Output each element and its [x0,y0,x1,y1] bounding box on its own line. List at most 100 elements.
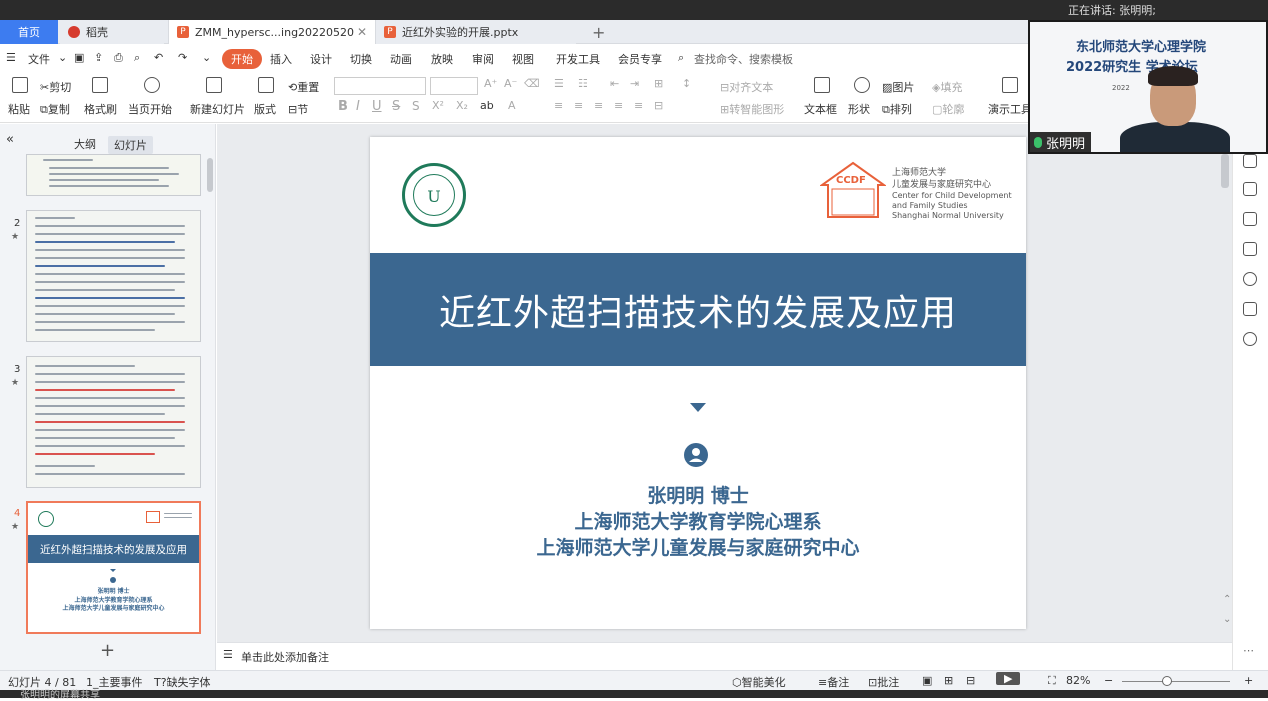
help-icon[interactable] [1243,272,1257,286]
notes-placeholder[interactable]: 单击此处添加备注 [241,649,329,665]
chevron-down-icon[interactable]: ⌄ [202,51,211,64]
settings-sliders-icon[interactable] [1243,182,1257,196]
tab-document-nirs[interactable]: P 近红外实验的开展.pptx [376,20,576,44]
notes-toggle-button[interactable]: ≡备注 [818,674,849,690]
slide-thumbnail-3[interactable] [26,356,201,488]
indent-increase-icon[interactable]: ⇥ [630,77,639,90]
animation-icon[interactable] [1243,242,1257,256]
bold-icon[interactable]: B [338,99,348,114]
menu-design[interactable]: 设计 [310,51,332,67]
image-icon[interactable] [1243,302,1257,316]
justify-icon[interactable]: ≡ [614,99,623,112]
hamburger-icon[interactable]: ☰ [6,51,16,64]
presenter-video[interactable]: 东北师范大学心理学院 2022研究生 学术论坛 2022 张明明 [1028,20,1268,154]
font-color-icon[interactable]: A [508,99,516,112]
add-slide-button[interactable]: + [100,640,115,661]
superscript-icon[interactable]: X² [432,99,444,112]
collapse-panel-icon[interactable]: « [6,132,14,147]
command-search[interactable]: 查找命令、搜索模板 [694,51,793,67]
align-left-icon[interactable]: ≡ [554,99,563,112]
normal-view-icon[interactable]: ▣ [922,674,932,687]
smart-beautify-button[interactable]: ⬡智能美化 [732,674,786,690]
indent-decrease-icon[interactable]: ⇤ [610,77,619,90]
text-direction-icon[interactable]: ⊞ [654,77,663,90]
align-text-button[interactable]: ⊟对齐文本 [720,79,773,95]
missing-font-button[interactable]: T?缺失字体 [154,674,211,690]
menu-membership[interactable]: 会员专享 [618,51,662,67]
shape-button[interactable]: 形状 [848,101,870,117]
numbered-list-icon[interactable]: ☷ [578,77,588,90]
align-center-icon[interactable]: ≡ [574,99,583,112]
format-painter-icon[interactable] [92,77,108,93]
underline-icon[interactable]: U [372,99,382,114]
export-icon[interactable]: ⇪ [94,51,103,64]
outline-button[interactable]: ▢轮廓 [932,101,964,117]
reset-button[interactable]: ⟲重置 [288,79,319,95]
presenter-icon[interactable] [1002,77,1018,93]
preview-icon[interactable]: ⌕ [134,51,140,65]
align-right-icon[interactable]: ≡ [594,99,603,112]
italic-icon[interactable]: I [356,99,360,114]
scroll-up-icon[interactable]: ⌃ [1223,594,1231,605]
play-icon[interactable] [144,77,160,93]
menu-transition[interactable]: 切换 [350,51,372,67]
section-button[interactable]: ⊟节 [288,101,308,117]
play-slideshow-button[interactable]: ▶ [996,672,1021,685]
subscript-icon[interactable]: X₂ [456,99,468,112]
presenter-tools-button[interactable]: 演示工具 [988,101,1032,117]
columns-icon[interactable]: ⊟ [654,99,663,112]
chevron-down-icon[interactable]: ⌄ [58,51,67,64]
phonetic-icon[interactable]: ab [480,99,494,112]
menu-slideshow[interactable]: 放映 [431,51,453,67]
print-icon[interactable]: ⎙ [114,51,123,65]
zoom-in-icon[interactable]: + [1244,674,1253,687]
undo-icon[interactable]: ↶ [154,51,163,64]
font-shrink-icon[interactable]: A⁻ [504,77,517,90]
textbox-icon[interactable] [814,77,830,93]
format-painter-button[interactable]: 格式刷 [84,101,117,117]
current-slide[interactable]: U CCDF 上海师范大学 儿童发展与家庭研究中心 Center for Chi… [370,137,1026,629]
star-icon[interactable] [1243,212,1257,226]
tab-slides[interactable]: 幻灯片 [108,136,153,154]
magic-icon[interactable] [1243,154,1257,168]
copy-button[interactable]: ⧉复制 [40,101,70,117]
comments-button[interactable]: ⊡批注 [868,674,899,690]
panel-scrollbar[interactable] [207,158,213,192]
fill-button[interactable]: ◈填充 [932,79,962,95]
arrange-button[interactable]: ⧉排列 [882,101,912,117]
new-tab-button[interactable]: + [584,20,608,44]
notes-pane[interactable]: ☰ 单击此处添加备注 [217,642,1232,668]
menu-insert[interactable]: 插入 [270,51,292,67]
save-icon[interactable]: ▣ [74,51,84,64]
location-icon[interactable] [1243,332,1257,346]
picture-button[interactable]: ▨图片 [882,79,914,95]
layout-button[interactable]: 版式 [254,101,276,117]
distribute-icon[interactable]: ≡ [634,99,643,112]
convert-smartart-button[interactable]: ⊞转智能图形 [720,101,784,117]
menu-developer[interactable]: 开发工具 [556,51,600,67]
font-grow-icon[interactable]: A⁺ [484,77,497,90]
tab-outline[interactable]: 大纲 [74,136,96,152]
new-slide-icon[interactable] [206,77,222,93]
tab-home[interactable]: 首页 [0,20,58,44]
shadow-icon[interactable]: S [412,99,420,113]
slide-thumbnail-2[interactable] [26,210,201,342]
redo-icon[interactable]: ↷ [178,51,187,64]
from-current-button[interactable]: 当页开始 [128,101,172,117]
slide-sorter-icon[interactable]: ⊞ [944,674,953,687]
close-tab-icon[interactable]: ✕ [357,25,367,39]
zoom-out-icon[interactable]: − [1104,674,1113,687]
textbox-button[interactable]: 文本框 [804,101,837,117]
reading-view-icon[interactable]: ⊟ [966,674,975,687]
menu-file[interactable]: 文件 [28,51,50,67]
zoom-slider-handle[interactable] [1162,676,1172,686]
menu-review[interactable]: 审阅 [472,51,494,67]
tab-document-zmm[interactable]: P ZMM_hypersc...ing20220520 ✕ [168,20,376,44]
slide-thumbnail-4[interactable]: 近红外超扫描技术的发展及应用 张明明 博士 上海师范大学教育学院心理系 上海师范… [26,501,201,634]
scroll-down-icon[interactable]: ⌄ [1223,614,1231,625]
more-icon[interactable]: ⋯ [1243,644,1254,657]
zoom-slider[interactable] [1122,681,1230,682]
fit-window-icon[interactable]: ⛶ [1048,674,1056,688]
menu-animation[interactable]: 动画 [390,51,412,67]
zoom-level[interactable]: 82% [1066,674,1090,687]
